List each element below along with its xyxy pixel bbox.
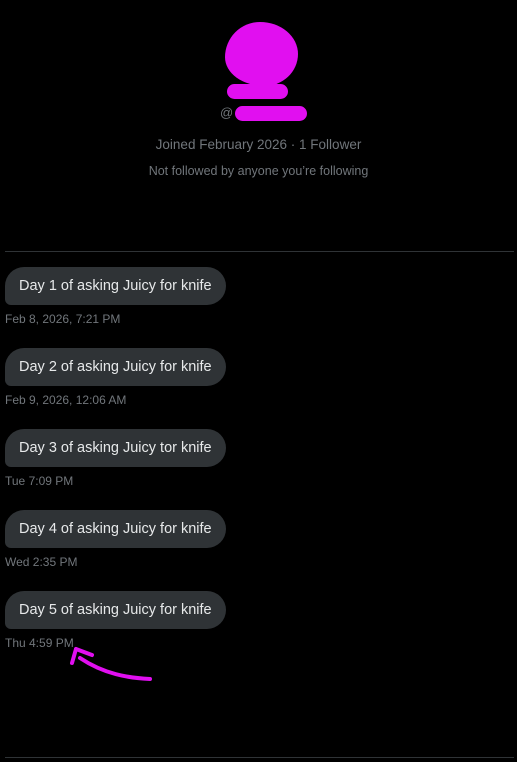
message-bubble[interactable]: Day 1 of asking Juicy for knife [5, 267, 226, 305]
handle-row: @ [220, 104, 308, 122]
message-timestamp: Feb 8, 2026, 7:21 PM [5, 312, 121, 326]
followers-count[interactable]: 1 Follower [299, 137, 361, 152]
message-item: Day 3 of asking Juicy tor knife Tue 7:09… [5, 429, 505, 510]
display-name-redaction [227, 84, 288, 99]
message-list: Day 1 of asking Juicy for knife Feb 8, 2… [5, 267, 505, 672]
conversation-divider-bottom [5, 757, 514, 758]
message-bubble[interactable]: Day 5 of asking Juicy for knife [5, 591, 226, 629]
message-item: Day 4 of asking Juicy for knife Wed 2:35… [5, 510, 505, 591]
message-item: Day 2 of asking Juicy for knife Feb 9, 2… [5, 348, 505, 429]
hand-drawn-arrow-annotation [70, 647, 152, 681]
joined-date: Joined February 2026 [155, 137, 288, 152]
profile-meta: Joined February 2026 · 1 Follower [0, 136, 517, 154]
message-timestamp: Wed 2:35 PM [5, 555, 78, 569]
handle-prefix: @ [220, 105, 234, 120]
message-item: Day 1 of asking Juicy for knife Feb 8, 2… [5, 267, 505, 348]
message-timestamp: Feb 9, 2026, 12:06 AM [5, 393, 127, 407]
conversation-divider-top [5, 251, 514, 252]
handle-redaction [235, 105, 308, 121]
followers-you-know-note: Not followed by anyone you’re following [148, 164, 369, 178]
message-bubble[interactable]: Day 2 of asking Juicy for knife [5, 348, 226, 386]
message-bubble[interactable]: Day 4 of asking Juicy for knife [5, 510, 226, 548]
meta-separator: · [290, 137, 296, 152]
message-bubble[interactable]: Day 3 of asking Juicy tor knife [5, 429, 226, 467]
profile-header: @ Joined February 2026 · 1 Follower Not … [0, 0, 517, 250]
avatar-redaction [225, 22, 298, 86]
message-timestamp: Tue 7:09 PM [5, 474, 74, 488]
